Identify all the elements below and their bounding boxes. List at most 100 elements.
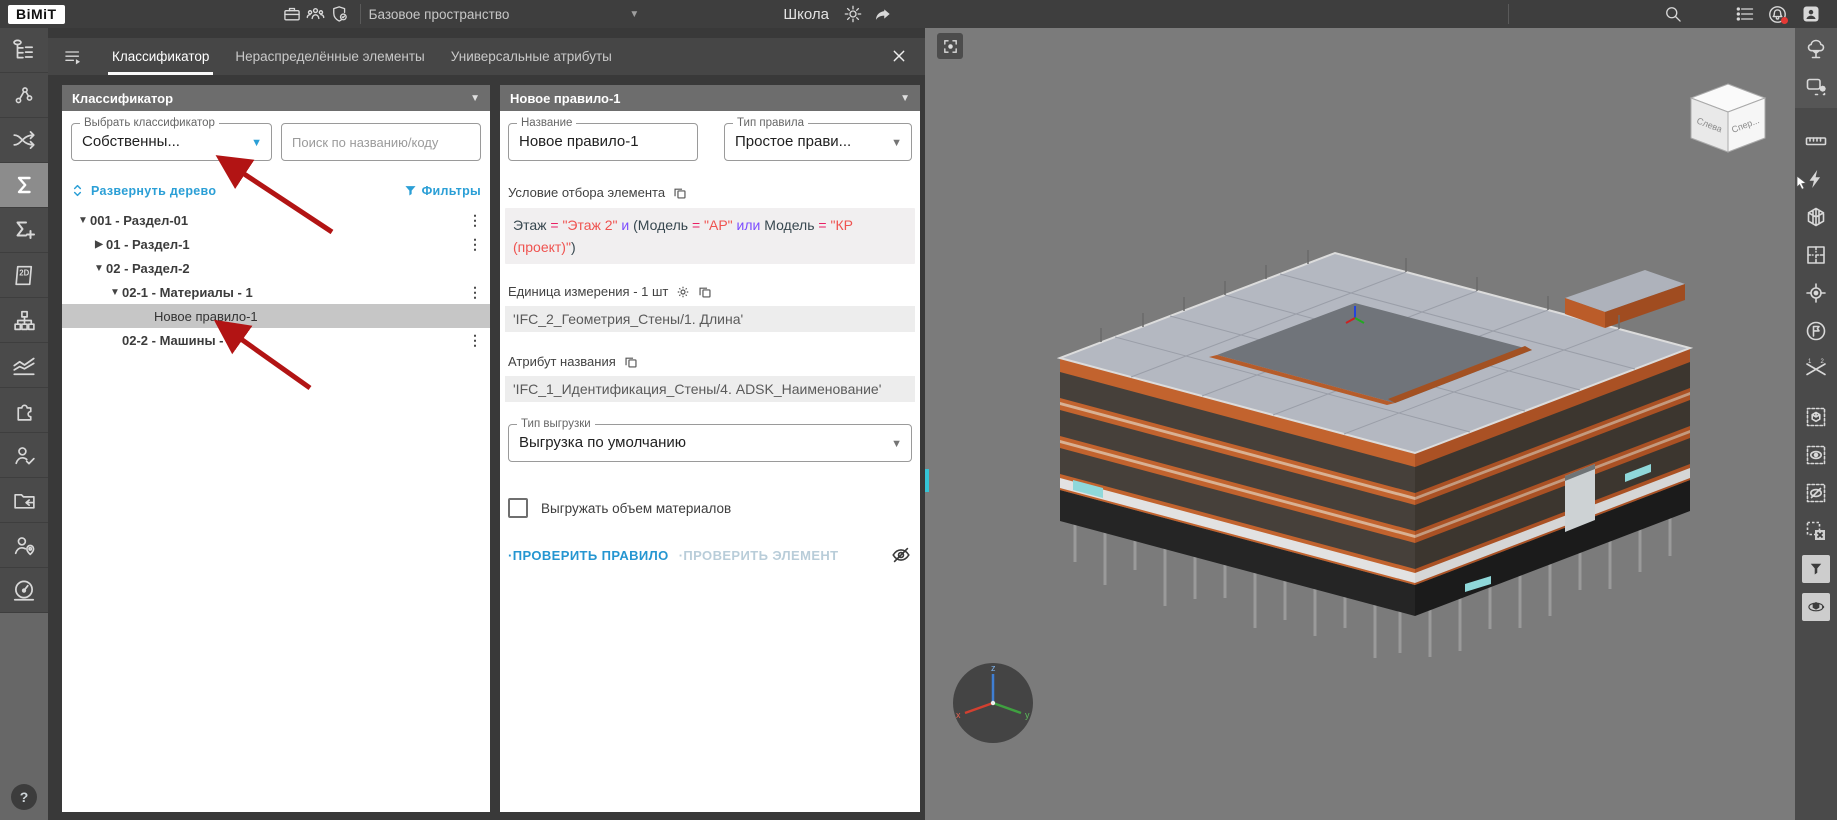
node-menu-icon[interactable]: ⋮ [468, 332, 482, 349]
floorplan-icon[interactable] [1795, 236, 1837, 274]
sidebar-relations-icon[interactable] [0, 73, 48, 118]
sidebar-shuffle-icon[interactable] [0, 118, 48, 163]
chevron-down-icon: ▼ [891, 137, 902, 149]
rule-type-select[interactable]: Тип правила Простое прави... ▼ [724, 123, 912, 161]
tree-node-label: 02-1 - Материалы - 1 [122, 285, 253, 300]
filter-elements-button[interactable] [1795, 550, 1837, 588]
viewport-scroll-indicator[interactable] [925, 469, 929, 492]
rule-name-field[interactable]: Название Новое правило-1 [508, 123, 698, 161]
node-menu-icon[interactable]: ⋮ [468, 236, 482, 253]
panel-tabs-bar: Классификатор Нераспределённые элементы … [48, 38, 925, 75]
filters-button[interactable]: Фильтры [404, 184, 481, 198]
filter-funnel-icon [404, 184, 417, 197]
classifier-select[interactable]: Выбрать классификатор Собственны... ▼ [71, 123, 272, 161]
help-button[interactable]: ? [11, 784, 37, 810]
filter-funnel-icon [1802, 555, 1830, 583]
topbar-separator [1508, 4, 1509, 24]
copy-icon[interactable] [673, 186, 687, 200]
sidebar-user-location-icon[interactable] [0, 523, 48, 568]
check-rule-button[interactable]: ·ПРОВЕРИТЬ ПРАВИЛО [508, 548, 669, 563]
team-icon[interactable] [304, 2, 328, 26]
orbit-mode-button[interactable] [1795, 588, 1837, 626]
app-logo[interactable]: BiMiT [8, 5, 65, 24]
tree-node[interactable]: ▼ 02-1 - Материалы - 1 ⋮ [62, 280, 490, 304]
workspace: Классификатор Нераспределённые элементы … [48, 28, 925, 820]
export-volume-checkbox[interactable] [508, 498, 528, 518]
settings-gear-icon[interactable] [841, 2, 865, 26]
name-attribute-value[interactable]: 'IFC_1_Идентификация_Стены/4. ADSK_Наиме… [505, 376, 915, 402]
tab-classifier[interactable]: Классификатор [112, 38, 209, 75]
expand-arrow-icon[interactable]: ▼ [92, 263, 106, 274]
sidebar-sigma-plus-icon[interactable] [0, 208, 48, 253]
condition-token: или [737, 217, 765, 233]
node-menu-icon[interactable]: ⋮ [468, 212, 482, 229]
sidebar-hierarchy-icon[interactable] [0, 298, 48, 343]
sidebar-folder-import-icon[interactable] [0, 478, 48, 523]
grid-axes-icon[interactable]: 12 [1795, 350, 1837, 388]
task-list-icon[interactable] [1733, 2, 1757, 26]
panel-menu-icon[interactable] [60, 44, 86, 70]
clear-selection-icon[interactable] [1795, 512, 1837, 550]
focus-mode-button[interactable] [937, 33, 963, 59]
environment-tree-icon[interactable] [1795, 30, 1837, 68]
expand-tree-button[interactable]: Развернуть дерево [71, 183, 216, 198]
eye-off-icon[interactable] [890, 544, 912, 566]
tree-node[interactable]: ▼ 02 - Раздел-2 [62, 256, 490, 280]
condition-token: "АР" [704, 217, 737, 233]
briefcase-icon[interactable] [280, 2, 304, 26]
navigation-gizmo[interactable]: z x y [951, 661, 1035, 745]
hide-selection-eye-off-icon[interactable] [1795, 474, 1837, 512]
collapse-arrow-icon[interactable]: ▶ [92, 239, 106, 250]
building-model[interactable] [925, 28, 1795, 820]
tree-node-selected[interactable]: Новое правило-1 [62, 304, 490, 328]
search-input[interactable] [282, 124, 480, 160]
export-type-label: Тип выгрузки [517, 418, 595, 430]
expand-arrow-icon[interactable]: ▼ [108, 287, 122, 298]
sidebar-plugin-icon[interactable] [0, 388, 48, 433]
unit-settings-gear-icon[interactable] [676, 285, 690, 299]
left-sidebar: 2D ? [0, 28, 48, 820]
sidebar-classifier-sigma-icon[interactable] [0, 163, 48, 208]
sidebar-dashboard-icon[interactable] [0, 568, 48, 613]
tree-node[interactable]: 02-2 - Машины - 1 ⋮ [62, 328, 490, 352]
notifications-bell-icon[interactable] [1765, 2, 1789, 26]
app-window: BiMiT Базовое пространство ▼ Школа [0, 0, 1837, 820]
sidebar-user-check-icon[interactable] [0, 433, 48, 478]
tab-universal-attributes[interactable]: Универсальные атрибуты [451, 38, 612, 75]
condition-expression[interactable]: Этаж = "Этаж 2" и (Модель = "АР" или Мод… [505, 208, 915, 264]
search-icon[interactable] [1661, 2, 1685, 26]
rule-panel-header[interactable]: Новое правило-1 ▼ [500, 85, 920, 111]
2d-glyph: 2D [19, 268, 29, 277]
tree-node[interactable]: ▶ 01 - Раздел-1 ⋮ [62, 232, 490, 256]
profile-icon[interactable] [1799, 2, 1823, 26]
sidebar-analytics-icon[interactable] [0, 343, 48, 388]
isolate-selection-icon[interactable] [1795, 398, 1837, 436]
measure-ruler-icon[interactable] [1795, 122, 1837, 160]
shield-check-icon[interactable] [328, 2, 352, 26]
export-type-select[interactable]: Тип выгрузки Выгрузка по умолчанию ▼ [508, 424, 912, 462]
locate-target-icon[interactable] [1795, 274, 1837, 312]
copy-icon[interactable] [624, 355, 638, 369]
select-similar-icon[interactable] [1795, 68, 1837, 106]
viewport-3d[interactable]: Слева Спер... z x y [925, 28, 1795, 820]
show-selection-eye-icon[interactable] [1795, 436, 1837, 474]
workspace-selector[interactable]: Базовое пространство ▼ [369, 7, 640, 22]
expand-tree-label: Развернуть дерево [91, 184, 216, 198]
condition-token: "Этаж 2" [562, 217, 621, 233]
share-icon[interactable] [871, 2, 895, 26]
classifier-panel-header[interactable]: Классификатор ▼ [62, 85, 490, 111]
view-cube[interactable]: Слева Спер... [1683, 78, 1773, 158]
close-icon[interactable] [887, 44, 911, 68]
expand-arrow-icon[interactable]: ▼ [76, 215, 90, 226]
sidebar-2d-sheet-icon[interactable]: 2D [0, 253, 48, 298]
sidebar-structure-icon[interactable] [0, 28, 48, 73]
unit-value[interactable]: 'IFC_2_Геометрия_Стены/1. Длина' [505, 306, 915, 332]
tab-unallocated-elements[interactable]: Нераспределённые элементы [235, 38, 424, 75]
node-menu-icon[interactable]: ⋮ [468, 284, 482, 301]
tree-node[interactable]: ▼ 001 - Раздел-01 ⋮ [62, 208, 490, 232]
section-cube-icon[interactable] [1795, 198, 1837, 236]
copy-icon[interactable] [698, 285, 712, 299]
flag-marker-icon[interactable] [1795, 312, 1837, 350]
classifier-select-value: Собственны... [72, 124, 271, 160]
check-element-button[interactable]: ·ПРОВЕРИТЬ ЭЛЕМЕНТ [679, 548, 839, 563]
